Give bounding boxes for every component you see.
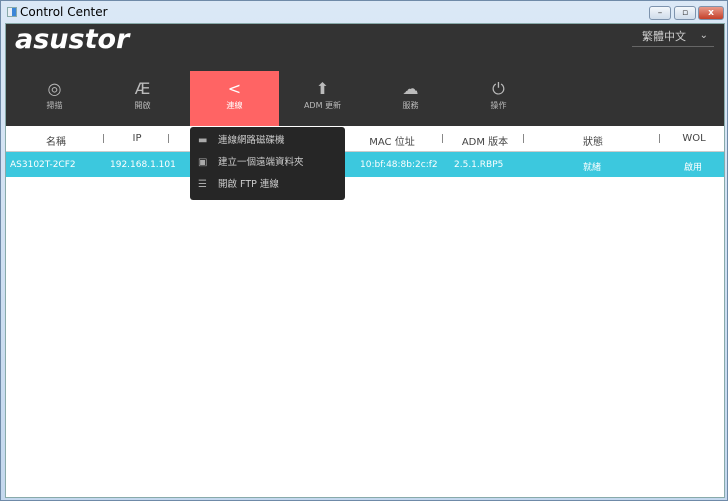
tab-open[interactable]: Æ 開啟: [98, 71, 187, 126]
tab-label: 掃描: [46, 101, 63, 110]
tab-label: 開啟: [134, 101, 151, 110]
column-status[interactable]: 狀態: [583, 133, 603, 148]
cloud-device-icon: ☁: [402, 79, 419, 98]
tab-label: ADM 更新: [303, 101, 342, 110]
connect-dropdown-menu: ▬ 連線網路磁碟機 ▣ 建立一個遠端資料夾 ☰ 開啟 FTP 連線: [190, 127, 345, 200]
language-value: 繁體中文: [642, 30, 686, 43]
menu-item-open-ftp[interactable]: ☰ 開啟 FTP 連線: [198, 175, 338, 195]
table-row[interactable]: AS3102T-2CF2 192.168.1.101 10:bf:48:8b:2…: [6, 152, 724, 177]
column-adm-version[interactable]: ADM 版本: [462, 133, 508, 148]
column-divider[interactable]: [442, 134, 443, 143]
tab-operations[interactable]: ⏻ 操作: [454, 71, 543, 126]
asustor-logo: asustor: [15, 24, 130, 55]
window-frame: Control Center – ▫ x asustor 繁體中文 ⌄ ◎ 掃描 Æ…: [0, 0, 728, 501]
column-divider[interactable]: [168, 134, 169, 143]
power-icon: ⏻: [492, 79, 505, 98]
column-mac[interactable]: MAC 位址: [369, 133, 414, 148]
menu-item-label: 連線網路磁碟機: [218, 135, 285, 146]
column-name[interactable]: 名稱: [46, 133, 66, 148]
remote-folder-icon: ▣: [198, 157, 208, 168]
column-divider[interactable]: [523, 134, 524, 143]
adm-logo-icon: Æ: [134, 79, 151, 98]
maximize-button[interactable]: ▫: [674, 6, 696, 20]
cell-status: 就緒: [583, 163, 602, 173]
cell-adm-version: 2.5.1.RBP5: [454, 160, 504, 170]
menu-item-label: 建立一個遠端資料夾: [218, 157, 304, 168]
cell-mac: 10:bf:48:8b:2c:f2: [360, 160, 438, 170]
table-header: 名稱 IP MAC 位址 ADM 版本 狀態 WOL: [6, 126, 724, 152]
share-icon: <: [227, 79, 242, 98]
column-wol[interactable]: WOL: [682, 133, 705, 144]
window-title: Control Center: [20, 5, 108, 19]
minimize-button[interactable]: –: [649, 6, 671, 20]
tab-adm-update[interactable]: ⬆ ADM 更新: [278, 71, 367, 126]
column-divider[interactable]: [103, 134, 104, 143]
scan-icon: ◎: [47, 79, 62, 98]
menu-item-create-remote-folder[interactable]: ▣ 建立一個遠端資料夾: [198, 153, 338, 173]
close-button[interactable]: x: [698, 6, 724, 20]
network-drive-icon: ▬: [198, 135, 208, 146]
menu-item-label: 開啟 FTP 連線: [218, 179, 279, 190]
chevron-down-icon: ⌄: [699, 30, 708, 41]
tab-label: 操作: [490, 101, 507, 110]
tab-connect[interactable]: < 連線: [190, 71, 279, 126]
column-divider[interactable]: [659, 134, 660, 143]
cell-name: AS3102T-2CF2: [10, 160, 76, 170]
tab-services[interactable]: ☁ 服務: [366, 71, 455, 126]
title-bar: Control Center – ▫ x: [1, 1, 728, 23]
menu-item-connect-network-drive[interactable]: ▬ 連線網路磁碟機: [198, 131, 338, 151]
cell-wol: 啟用: [684, 163, 703, 173]
app-header: asustor 繁體中文 ⌄ ◎ 掃描 Æ 開啟 < 連線 ⬆ ADM 更新 ☁ 服務 ⏻ 操…: [6, 24, 724, 126]
cell-ip: 192.168.1.101: [110, 160, 176, 170]
upload-arrow-icon: ⬆: [315, 79, 330, 98]
app-client: asustor 繁體中文 ⌄ ◎ 掃描 Æ 開啟 < 連線 ⬆ ADM 更新 ☁ 服務 ⏻ 操…: [5, 23, 725, 498]
ftp-icon: ☰: [198, 179, 207, 190]
app-icon: [7, 7, 17, 17]
tab-label: 服務: [402, 101, 419, 110]
tab-label: 連線: [226, 101, 243, 110]
tab-scan[interactable]: ◎ 掃描: [10, 71, 99, 126]
language-select[interactable]: 繁體中文 ⌄: [632, 28, 714, 47]
column-ip[interactable]: IP: [133, 133, 142, 144]
